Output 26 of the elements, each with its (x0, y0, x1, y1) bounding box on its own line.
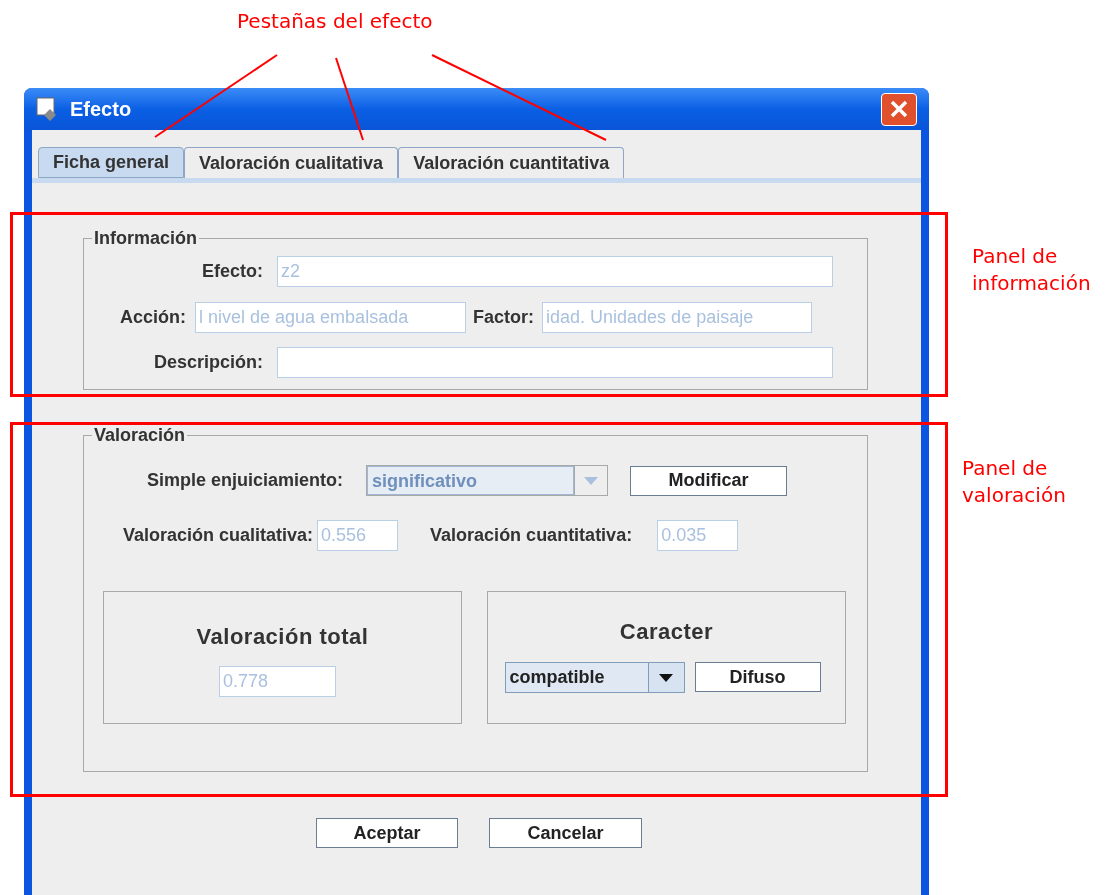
group-legend: Valoración (92, 425, 188, 445)
dropdown[interactable]: compatible (504, 662, 685, 693)
field-label: Efecto: (202, 261, 263, 281)
field-label: Valoración cualitativa: (123, 524, 314, 547)
field-label: Factor: (473, 306, 535, 329)
field-label: Descripción: (153, 352, 263, 372)
close-button[interactable] (881, 92, 917, 126)
dialog-button[interactable]: Cancelar (489, 818, 642, 848)
dialog-button[interactable]: Modificar (630, 465, 788, 496)
tab[interactable]: Ficha general (38, 147, 185, 178)
panel-title: Valoración total (196, 623, 369, 651)
dialog-button[interactable]: Difuso (694, 662, 821, 692)
window-title: Efecto (70, 97, 132, 122)
annotation-text: Pestañas del efecto (237, 8, 433, 35)
input-field[interactable] (277, 347, 833, 378)
panel-title: Caracter (619, 618, 714, 646)
annotation-text: Panel de información (972, 243, 1091, 297)
group-legend: Información (92, 228, 199, 248)
dialog-button[interactable]: Aceptar (316, 818, 458, 848)
annotation-text: Panel de valoración (962, 455, 1066, 509)
tab[interactable]: Valoración cualitativa (184, 147, 399, 178)
field-label: Simple enjuiciamiento: (147, 469, 344, 492)
close-icon (890, 100, 908, 118)
field-label: Acción: (120, 306, 186, 329)
field-label: Valoración cuantitativa: (430, 524, 633, 547)
tab[interactable]: Valoración cuantitativa (398, 147, 625, 178)
